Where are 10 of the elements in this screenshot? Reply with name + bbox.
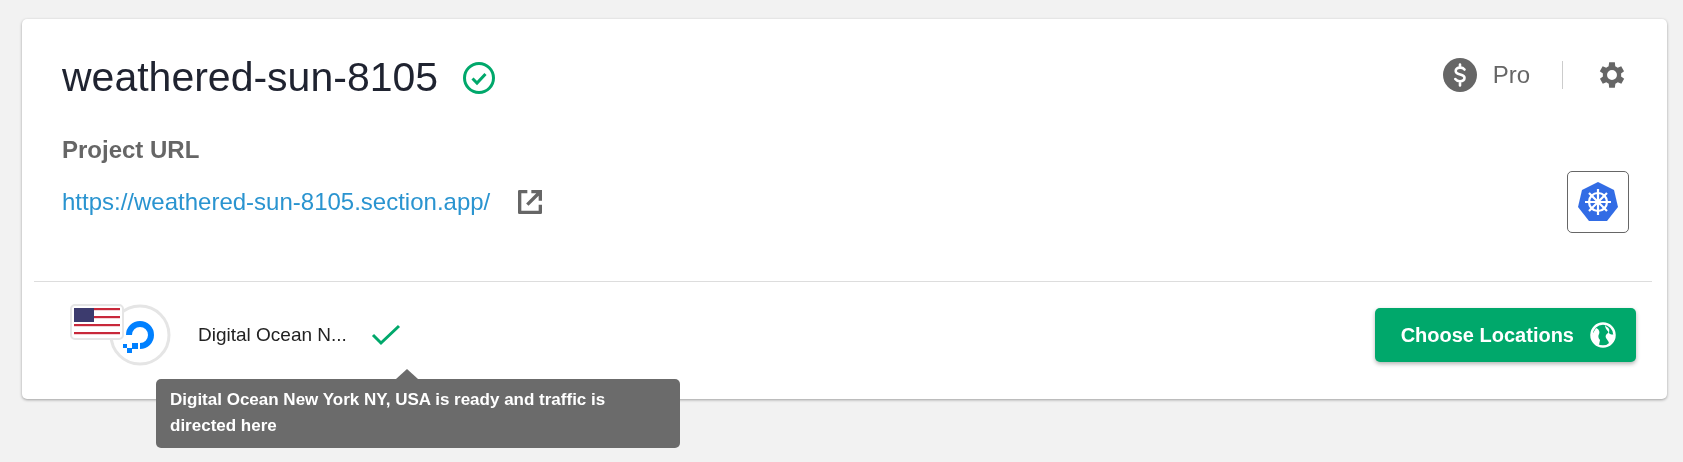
dollar-icon bbox=[1442, 58, 1477, 92]
globe-icon bbox=[1590, 322, 1616, 348]
project-name: weathered-sun-8105 bbox=[62, 57, 439, 98]
tooltip-pointer bbox=[396, 369, 418, 379]
url-label: Project URL bbox=[62, 135, 201, 165]
location-name: Digital Ocean N... bbox=[198, 322, 347, 347]
project-url-link[interactable]: https://weathered-sun-8105.section.app/ bbox=[62, 184, 491, 220]
choose-locations-button[interactable]: Choose Locations bbox=[1374, 308, 1636, 362]
kubernetes-button[interactable] bbox=[1567, 171, 1629, 233]
plan-label: Pro bbox=[1492, 60, 1530, 90]
